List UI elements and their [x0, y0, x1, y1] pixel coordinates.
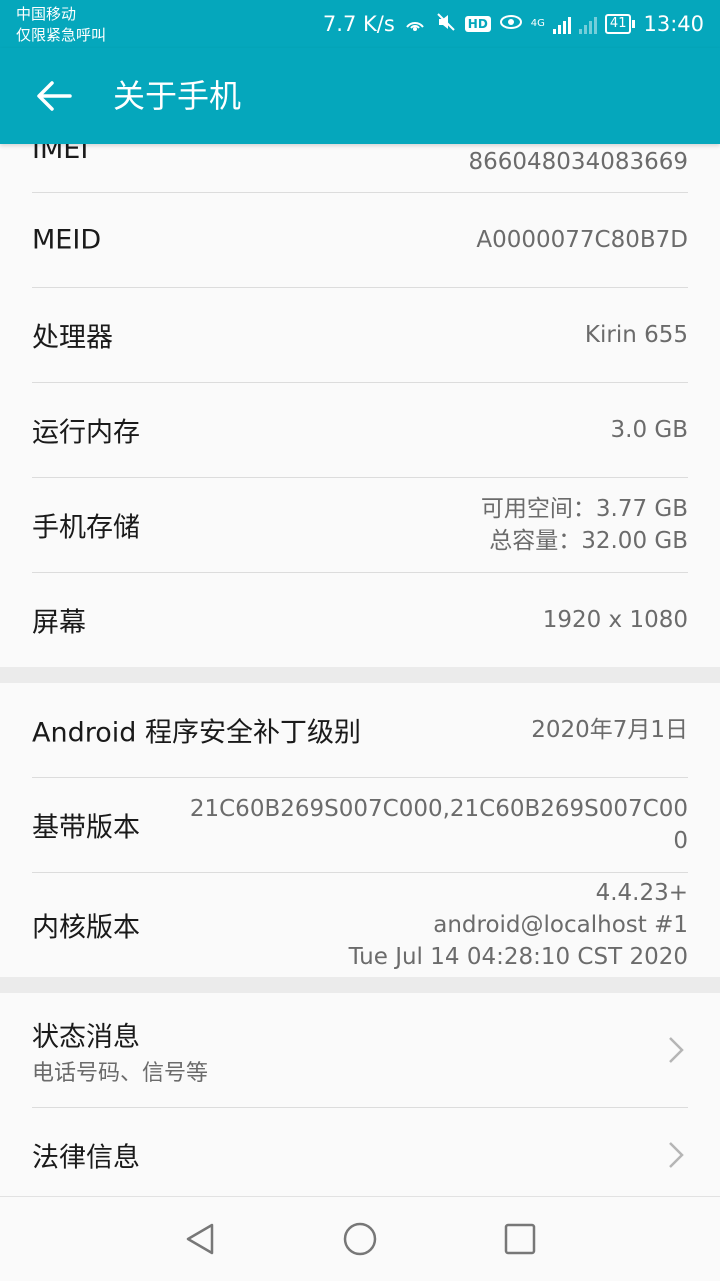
ram-label: 运行内存	[32, 417, 140, 449]
meid-label: MEID	[32, 224, 102, 256]
emergency-only-text: 仅限紧急呼叫	[16, 26, 107, 44]
storage-row: 手机存储 可用空间：3.77 GB 总容量：32.00 GB	[32, 478, 688, 573]
hd-icon: HD	[464, 16, 491, 32]
status-bar: 中国移动 仅限紧急呼叫 7.7 K/s HD 4G 41 13:40	[0, 0, 720, 48]
chevron-right-icon	[668, 1036, 684, 1064]
clock: 13:40	[643, 12, 704, 36]
processor-row: 处理器 Kirin 655	[32, 288, 688, 383]
software-group: Android 程序安全补丁级别 2020年7月1日 基带版本 21C60B26…	[0, 683, 720, 977]
security-patch-row: Android 程序安全补丁级别 2020年7月1日	[32, 683, 688, 778]
screen-value: 1920 x 1080	[542, 607, 688, 633]
info-group: 状态消息 电话号码、信号等 法律信息	[0, 993, 720, 1196]
battery-icon: 41	[604, 14, 636, 34]
ram-row: 运行内存 3.0 GB	[32, 383, 688, 478]
network-speed: 7.7 K/s	[322, 12, 395, 36]
home-circle-icon[interactable]	[340, 1219, 380, 1259]
carrier-info: 中国移动 仅限紧急呼叫	[16, 4, 106, 46]
kernel-value-line1: 4.4.23+	[595, 880, 688, 906]
eye-icon	[499, 13, 523, 36]
status-icons: 7.7 K/s HD 4G 41 13:40	[323, 0, 704, 48]
storage-available: 可用空间：3.77 GB	[480, 496, 688, 522]
kernel-row: 内核版本 4.4.23+ android@localhost #1 Tue Ju…	[32, 873, 688, 977]
baseband-value-line2: 0	[673, 828, 688, 854]
signal-empty-icon	[578, 14, 597, 34]
meid-row: MEID A0000077C80B7D	[32, 193, 688, 288]
imei-value: 866048034083669	[468, 149, 689, 175]
navigation-bar	[0, 1196, 720, 1281]
processor-value: Kirin 655	[584, 322, 688, 348]
storage-label: 手机存储	[32, 512, 140, 544]
status-info-subtitle: 电话号码、信号等	[32, 1061, 209, 1086]
status-info-row[interactable]: 状态消息 电话号码、信号等	[32, 993, 688, 1108]
kernel-value: 4.4.23+ android@localhost #1 Tue Jul 14 …	[349, 877, 688, 973]
kernel-value-line3: Tue Jul 14 04:28:10 CST 2020	[348, 944, 688, 970]
back-triangle-icon[interactable]	[180, 1219, 220, 1259]
app-bar: 关于手机	[0, 48, 720, 144]
security-patch-label: Android 程序安全补丁级别	[32, 717, 361, 749]
baseband-label: 基带版本	[32, 812, 140, 844]
section-divider	[0, 667, 720, 683]
page-title: 关于手机	[113, 77, 242, 115]
battery-level: 41	[604, 14, 632, 34]
baseband-value: 21C60B269S007C000,21C60B269S007C00 0	[190, 793, 688, 857]
carrier-name: 中国移动	[16, 5, 77, 23]
settings-list[interactable]: IMEI 866048034083669 MEID A0000077C80B7D…	[0, 144, 720, 1196]
kernel-value-line2: android@localhost #1	[433, 912, 688, 938]
processor-label: 处理器	[32, 322, 113, 354]
legal-info-row[interactable]: 法律信息	[32, 1108, 688, 1196]
imei-row: IMEI 866048034083669	[32, 144, 688, 193]
screen-label: 屏幕	[32, 607, 86, 639]
legal-info-label: 法律信息	[32, 1142, 140, 1174]
kernel-label: 内核版本	[32, 912, 140, 944]
baseband-value-line1: 21C60B269S007C000,21C60B269S007C00	[189, 796, 688, 822]
hotspot-icon	[403, 11, 427, 38]
screen-row: 屏幕 1920 x 1080	[32, 573, 688, 667]
baseband-row: 基带版本 21C60B269S007C000,21C60B269S007C00 …	[32, 778, 688, 873]
storage-total: 总容量：32.00 GB	[489, 528, 688, 554]
storage-value: 可用空间：3.77 GB 总容量：32.00 GB	[481, 493, 688, 557]
status-info-label: 状态消息	[32, 1022, 140, 1053]
ram-value: 3.0 GB	[610, 417, 689, 443]
meid-value: A0000077C80B7D	[476, 227, 688, 253]
imei-label: IMEI	[32, 144, 89, 165]
section-divider	[0, 977, 720, 993]
hardware-group: IMEI 866048034083669 MEID A0000077C80B7D…	[0, 144, 720, 667]
mute-icon	[435, 11, 457, 38]
network-type: 4G	[530, 18, 545, 29]
arrow-left-icon[interactable]	[30, 72, 78, 120]
security-patch-value: 2020年7月1日	[531, 717, 688, 743]
recents-square-icon[interactable]	[500, 1219, 540, 1259]
chevron-right-icon	[668, 1141, 684, 1169]
signal-icon	[552, 14, 571, 34]
